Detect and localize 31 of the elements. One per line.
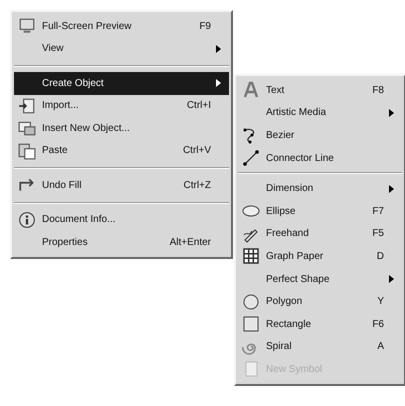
import-icon (18, 96, 36, 115)
menu-item[interactable]: Artistic Media (238, 102, 402, 124)
menu-item[interactable]: Spiral A (238, 336, 402, 358)
menu-item[interactable]: Polygon Y (238, 290, 402, 313)
menu-item[interactable]: Graph Paper D (238, 245, 402, 268)
menu-item[interactable]: Connector Line (238, 146, 402, 170)
menu-item[interactable]: Create Object (14, 72, 229, 94)
rectangle-icon (242, 315, 260, 334)
info-icon (18, 210, 36, 229)
connector-line-icon (242, 149, 260, 168)
menu-item[interactable]: View (14, 38, 229, 60)
menu-item[interactable]: Undo Fill Ctrl+Z (14, 174, 229, 196)
menu-item[interactable]: Properties Alt+Enter (14, 231, 229, 254)
menu-item[interactable]: Insert New Object... (14, 117, 229, 140)
menu-item[interactable]: Perfect Shape (238, 268, 402, 290)
menu-item[interactable]: Document Info... (14, 208, 229, 231)
menu-item[interactable]: Freehand F5 (238, 222, 402, 246)
menu-item[interactable]: Rectangle F6 (238, 312, 402, 336)
monitor-icon (18, 17, 36, 36)
menu-item[interactable]: Dimension (238, 177, 402, 200)
paste-icon (18, 142, 36, 160)
grid-icon (242, 247, 260, 266)
menu-item[interactable]: Full-Screen Preview F9 (14, 15, 229, 38)
menu-item[interactable]: Paste Ctrl+V (14, 140, 229, 162)
menu-item[interactable]: Import... Ctrl+I (14, 94, 229, 117)
text-tool-icon (242, 81, 260, 100)
circle-icon (242, 292, 260, 311)
insert-object-icon (18, 119, 36, 138)
menu-item[interactable]: Ellipse F7 (238, 200, 402, 223)
menu-item[interactable]: Bezier (238, 124, 402, 147)
menu-item[interactable]: Text F8 (238, 79, 402, 102)
